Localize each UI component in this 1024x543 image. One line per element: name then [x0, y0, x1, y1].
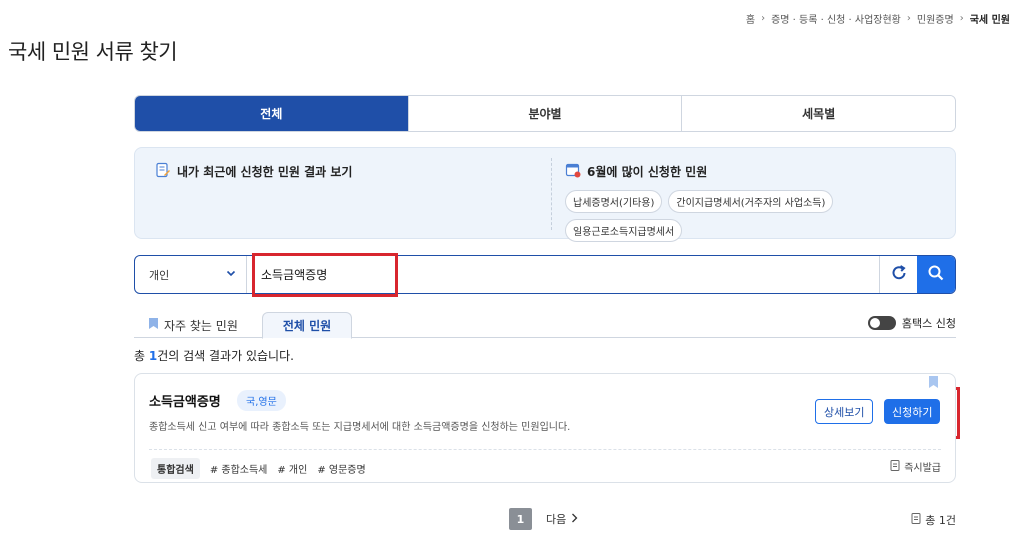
hometax-toggle-wrap: 홈택스 신청 — [867, 315, 956, 331]
recent-results-link[interactable]: 내가 최근에 신청한 민원 결과 보기 — [155, 162, 352, 181]
breadcrumb-civil-cert[interactable]: 민원증명 — [917, 11, 954, 26]
card-title[interactable]: 소득금액증명 — [149, 391, 221, 410]
info-divider — [551, 158, 552, 230]
refresh-button[interactable] — [879, 256, 917, 293]
result-count-prefix: 총 — [134, 349, 149, 363]
card-divider — [149, 449, 941, 450]
document-edit-icon — [155, 162, 171, 181]
calendar-icon — [565, 162, 581, 181]
tab-by-tax-item[interactable]: 세목별 — [682, 96, 955, 131]
tab-by-field[interactable]: 분야별 — [408, 96, 683, 131]
result-count: 총 1건의 검색 결과가 있습니다. — [134, 347, 294, 364]
tag-integrated-search: 통합검색 — [151, 458, 200, 479]
hometax-toggle-label: 홈택스 신청 — [901, 317, 956, 330]
page-number-current[interactable]: 1 — [509, 508, 532, 530]
card-tags: 통합검색 # 종합소득세 # 개인 # 영문증명 — [151, 458, 366, 479]
card-description: 종합소득세 신고 여부에 따라 종합소득 또는 지급명세서에 대한 소득금액증명… — [149, 422, 571, 433]
info-panel: 내가 최근에 신청한 민원 결과 보기 6월에 많이 신청한 민원 납세증명서(… — [134, 147, 956, 242]
popular-title: 6월에 많이 신청한 민원 — [587, 165, 708, 179]
apply-button[interactable]: 신청하기 — [884, 399, 941, 424]
search-button[interactable] — [917, 256, 955, 293]
next-page-link[interactable]: 다음 — [546, 511, 578, 527]
breadcrumb-current: 국세 민원 — [969, 15, 1010, 26]
popular-chip[interactable]: 간이지급명세서(거주자의 사업소득) — [668, 190, 834, 213]
bookmark-icon — [148, 317, 159, 333]
bookmark-icon[interactable] — [928, 374, 939, 393]
breadcrumb: 홈 › 증명 · 등록 · 신청 · 사업장현황 › 민원증명 › 국세 민원 — [746, 11, 1010, 26]
instant-issue-label: 즉시발급 — [904, 463, 941, 474]
receipt-icon — [890, 459, 900, 474]
tab-all-civil[interactable]: 전체 민원 — [262, 312, 352, 339]
result-count-number: 1 — [148, 349, 158, 363]
refresh-icon — [890, 264, 908, 286]
detail-button[interactable]: 상세보기 — [815, 399, 874, 424]
popular-chips: 납세증명서(기타용) 간이지급명세서(거주자의 사업소득) 일용근로소득지급명세… — [565, 190, 865, 242]
search-type-value: 개인 — [149, 268, 170, 282]
breadcrumb-separator: › — [959, 13, 964, 24]
breadcrumb-certificate[interactable]: 증명 · 등록 · 신청 · 사업장현황 — [771, 11, 901, 26]
category-tabs: 전체 분야별 세목별 — [134, 95, 956, 132]
search-icon — [927, 264, 945, 286]
recent-results-label: 내가 최근에 신청한 민원 결과 보기 — [177, 165, 353, 179]
total-count-bottom: 총 1건 — [911, 512, 956, 528]
tag[interactable]: # 영문증명 — [317, 461, 365, 476]
breadcrumb-separator: › — [906, 13, 911, 24]
document-icon — [911, 513, 921, 527]
language-badge: 국,영문 — [237, 390, 286, 411]
result-count-suffix: 건의 검색 결과가 있습니다. — [157, 349, 294, 363]
popular-section: 6월에 많이 신청한 민원 납세증명서(기타용) 간이지급명세서(거주자의 사업… — [565, 162, 865, 242]
search-type-select[interactable]: 개인 — [135, 256, 247, 293]
page-title: 국세 민원 서류 찾기 — [8, 40, 178, 64]
hometax-toggle[interactable] — [867, 316, 896, 330]
breadcrumb-separator: › — [761, 13, 766, 24]
tab-favorites-label: 자주 찾는 민원 — [164, 318, 238, 333]
next-page-label: 다음 — [546, 513, 567, 526]
popular-chip[interactable]: 일용근로소득지급명세서 — [565, 219, 683, 242]
chevron-down-icon — [226, 268, 236, 281]
chevron-right-icon — [571, 513, 578, 526]
pagination: 1 다음 — [509, 508, 578, 530]
total-count-label: 총 1건 — [925, 514, 956, 527]
popular-title-row: 6월에 많이 신청한 민원 — [565, 162, 865, 181]
breadcrumb-home[interactable]: 홈 — [746, 11, 755, 26]
tag[interactable]: # 개인 — [277, 461, 307, 476]
instant-issue: 즉시발급 — [890, 459, 941, 474]
tab-favorites[interactable]: 자주 찾는 민원 — [148, 312, 238, 338]
subtabs: 자주 찾는 민원 전체 민원 홈택스 신청 — [134, 308, 956, 339]
highlight-search-query — [252, 253, 398, 297]
tab-all[interactable]: 전체 — [135, 96, 409, 131]
tag[interactable]: # 종합소득세 — [210, 461, 268, 476]
result-card: 소득금액증명 국,영문 종합소득세 신고 여부에 따라 종합소득 또는 지급명세… — [134, 373, 956, 483]
popular-chip[interactable]: 납세증명서(기타용) — [565, 190, 663, 213]
